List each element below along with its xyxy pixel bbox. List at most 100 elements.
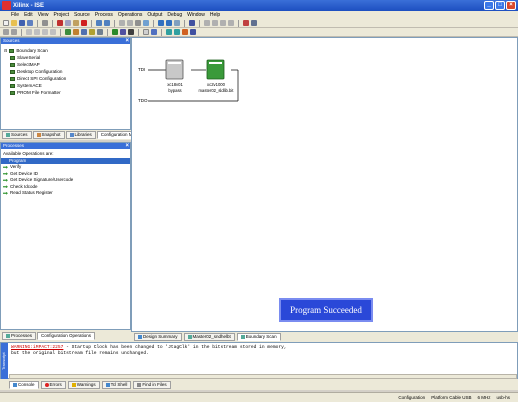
bookmark-clear-icon[interactable] [228, 20, 234, 26]
menu-bar: File Edit View Project Source Process Op… [0, 11, 518, 19]
transcript-side-label: Transcript [1, 343, 8, 380]
run-icon[interactable] [243, 20, 249, 26]
forward-icon[interactable] [11, 29, 17, 35]
menu-project[interactable]: Project [53, 12, 69, 18]
tree-item-selectmap[interactable]: SelectMAP [1, 61, 130, 68]
device-chip-icon[interactable] [112, 29, 118, 35]
bookmark-icon[interactable] [204, 20, 210, 26]
tab-configuration-operations[interactable]: Configuration Operations [37, 332, 96, 340]
menu-operations[interactable]: Operations [118, 12, 142, 18]
find-next-icon[interactable] [127, 20, 133, 26]
window-tile-icon[interactable] [158, 20, 164, 26]
back-icon[interactable] [3, 29, 9, 35]
save-icon[interactable] [19, 20, 25, 26]
redo-icon[interactable] [104, 20, 110, 26]
menu-process[interactable]: Process [95, 12, 113, 18]
title-bar: Xilinx - ISE _ □ × [0, 0, 518, 11]
target-icon[interactable] [182, 29, 188, 35]
indent-icon[interactable] [26, 29, 32, 35]
tab-errors[interactable]: Errors [40, 380, 66, 389]
find-icon[interactable] [119, 20, 125, 26]
program-icon[interactable] [73, 29, 79, 35]
blank-page-icon[interactable] [143, 29, 149, 35]
bookmark-prev-icon[interactable] [220, 20, 226, 26]
menu-output[interactable]: Output [147, 12, 162, 18]
menu-file[interactable]: File [11, 12, 19, 18]
console-text[interactable]: WARNING:iMPACT:2257 - Startup Clock has … [11, 345, 287, 357]
expand-minus-icon[interactable]: ⊟ [4, 47, 7, 54]
close-button[interactable]: × [506, 1, 516, 10]
tab-console[interactable]: Console [9, 380, 39, 389]
processes-header: Processes × [1, 143, 130, 149]
close-icon[interactable]: × [125, 143, 129, 149]
save-all-icon[interactable] [27, 20, 33, 26]
window-cascade-icon[interactable] [166, 20, 172, 26]
tdi-label: TDI [138, 67, 146, 72]
process-item-read-status[interactable]: Read Status Register [1, 190, 130, 197]
program-succeeded-banner: Program Succeeded [279, 298, 373, 322]
find-in-files-icon[interactable] [135, 20, 141, 26]
device-1-xilinx-label [168, 62, 181, 64]
open-folder-icon[interactable] [11, 20, 17, 26]
maximize-button[interactable]: □ [495, 1, 505, 10]
stop-icon[interactable] [251, 20, 257, 26]
copy-icon[interactable] [65, 20, 71, 26]
tree-item-systemace[interactable]: SystemACE [1, 82, 130, 89]
snapshot-tab-icon [36, 133, 41, 137]
output-pins-icon[interactable] [128, 29, 134, 35]
tab-boundary-scan[interactable]: Boundary Scan [236, 333, 281, 341]
tree-item-label: Desktop Configuration [17, 69, 63, 74]
readback-icon[interactable] [97, 29, 103, 35]
xilinx-app-icon [2, 1, 11, 10]
tab-design-summary[interactable]: Design Summary [134, 333, 182, 341]
grid-icon[interactable] [120, 29, 126, 35]
tab-processes[interactable]: Processes [2, 332, 37, 340]
erase-icon[interactable] [89, 29, 95, 35]
initialize-chain-icon[interactable] [65, 29, 71, 35]
menu-source[interactable]: Source [74, 12, 90, 18]
context-help-icon[interactable] [190, 29, 196, 35]
tree-item-label: Boundary Scan [16, 48, 48, 53]
tab-libraries[interactable]: Libraries [65, 131, 96, 139]
undo-icon[interactable] [96, 20, 102, 26]
tab-find-in-files[interactable]: Find in Files [133, 380, 171, 389]
delete-icon[interactable] [81, 20, 87, 26]
tree-item-prom-file-formatter[interactable]: PROM File Formatter [1, 89, 130, 96]
device-2-xilinx-label [209, 62, 222, 64]
paste-icon[interactable] [73, 20, 79, 26]
tab-tcl-shell[interactable]: Tcl Shell [101, 380, 132, 389]
tab-sources[interactable]: Sources [2, 131, 32, 139]
tree-item-boundary-scan[interactable]: ⊟ Boundary Scan [1, 47, 130, 54]
comment-icon[interactable] [42, 29, 48, 35]
window-title: Xilinx - ISE [13, 2, 45, 9]
layout-icon[interactable] [174, 20, 180, 26]
minimize-button[interactable]: _ [484, 1, 494, 10]
menu-view[interactable]: View [38, 12, 49, 18]
cable-setup-icon[interactable] [166, 29, 172, 35]
uncomment-icon[interactable] [50, 29, 56, 35]
warning-prefix[interactable]: WARNING:iMPACT:2257 [11, 345, 63, 350]
print-icon[interactable] [42, 20, 48, 26]
verify-icon[interactable] [81, 29, 87, 35]
menu-debug[interactable]: Debug [167, 12, 182, 18]
tree-item-desktop-configuration[interactable]: Desktop Configuration [1, 68, 130, 75]
tree-item-slaveserial[interactable]: SlaveSerial [1, 54, 130, 61]
tab-master-file[interactable]: Master02_sndhelbt [183, 333, 235, 341]
boundary-scan-canvas[interactable]: TDI TDO xc18v01 bypass xc2v1000 master02… [131, 37, 518, 332]
help-icon[interactable] [189, 20, 195, 26]
tree-item-direct-spi[interactable]: Direct SPI Configuration [1, 75, 130, 82]
info-icon[interactable] [151, 29, 157, 35]
outdent-icon[interactable] [34, 29, 40, 35]
menu-edit[interactable]: Edit [24, 12, 33, 18]
menu-help[interactable]: Help [210, 12, 220, 18]
cut-icon[interactable] [57, 20, 63, 26]
zoom-icon[interactable] [143, 20, 149, 26]
tab-snapshot[interactable]: Snapshot [32, 131, 65, 139]
bookmark-next-icon[interactable] [212, 20, 218, 26]
tree-item-label: SystemACE [17, 83, 42, 88]
close-icon[interactable]: × [125, 38, 129, 44]
tab-warnings[interactable]: Warnings [67, 380, 100, 389]
cable-auto-icon[interactable] [174, 29, 180, 35]
menu-window[interactable]: Window [187, 12, 205, 18]
new-file-icon[interactable] [3, 20, 9, 26]
